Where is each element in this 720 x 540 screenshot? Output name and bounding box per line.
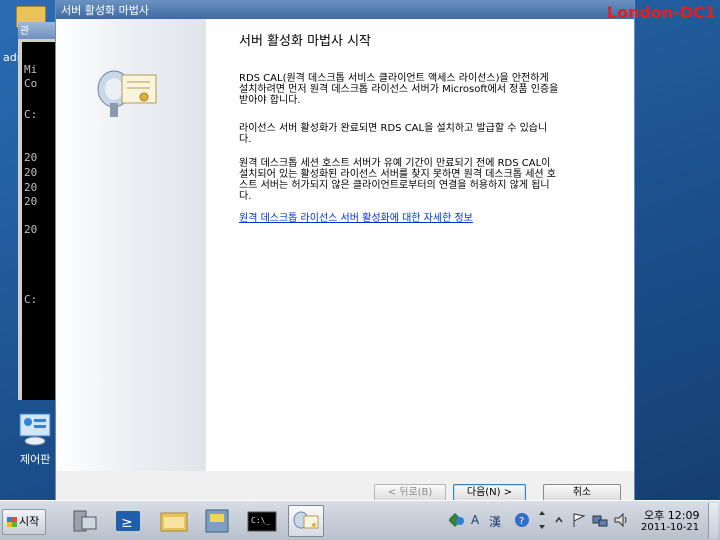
help-icon[interactable]: ? bbox=[514, 512, 530, 528]
console-line: 20 bbox=[24, 195, 38, 208]
powershell-icon: ≥ bbox=[116, 511, 140, 531]
volume-icon[interactable] bbox=[613, 512, 629, 528]
console-line: 20 bbox=[24, 223, 38, 236]
intro-paragraph: RDS CAL(원격 데스크톱 서비스 클라이언트 액세스 라이선스)을 안전하… bbox=[239, 73, 559, 106]
wizard-window-title: 서버 활성화 마법사 bbox=[61, 4, 149, 17]
windows-logo-icon bbox=[7, 517, 17, 527]
show-hidden-icons-chevron-icon[interactable] bbox=[554, 514, 564, 526]
taskbar-activation-wizard[interactable] bbox=[288, 505, 324, 537]
taskbar-server-manager[interactable] bbox=[68, 505, 104, 537]
wizard-side-panel bbox=[56, 19, 206, 471]
console-line: C: bbox=[24, 293, 38, 306]
language-bar-options-icon[interactable] bbox=[537, 509, 547, 533]
taskbar-explorer[interactable] bbox=[156, 505, 192, 537]
svg-text:C:\_: C:\_ bbox=[251, 516, 270, 525]
taskbar-powershell[interactable]: ≥ bbox=[110, 505, 146, 537]
activation-wizard-window[interactable]: 서버 활성화 마법사 서버 활성화 마법사 시작 RDS CAL(원격 데스크톱… bbox=[55, 0, 635, 504]
console-line: 20 bbox=[24, 166, 38, 179]
page-title: 서버 활성화 마법사 시작 bbox=[239, 34, 371, 49]
wizard-button-bar: < 뒤로(B) 다음(N) > 취소 bbox=[56, 471, 634, 503]
taskbar: 시작 ≥ C:\_ A 漢 ? 오후 12:09 2011-10-21 bbox=[0, 500, 720, 540]
more-info-link[interactable]: 원격 데스크톱 라이선스 서버 활성화에 대한 자세한 정보 bbox=[239, 209, 473, 224]
taskbar-command-prompt[interactable]: C:\_ bbox=[244, 505, 280, 537]
network-icon[interactable] bbox=[592, 512, 608, 528]
console-line: Co bbox=[24, 77, 38, 90]
admin-tools-icon bbox=[205, 509, 229, 533]
console-line: C: bbox=[24, 108, 38, 121]
wizard-titlebar[interactable]: 서버 활성화 마법사 bbox=[56, 0, 634, 19]
clock-date[interactable]: 2011-10-21 bbox=[641, 522, 699, 533]
language-bar-icon[interactable] bbox=[449, 512, 465, 528]
license-wizard-icon bbox=[293, 511, 319, 529]
show-desktop-button[interactable] bbox=[708, 503, 718, 539]
license-certificate-icon bbox=[97, 70, 157, 117]
explorer-folder-icon bbox=[160, 512, 188, 532]
console-title: 관 bbox=[20, 26, 30, 37]
console-output: Mi Co C: 20 20 20 20 20 C: bbox=[22, 42, 58, 400]
start-label: 시작 bbox=[19, 515, 40, 528]
console-window[interactable]: 관 Mi Co C: 20 20 20 20 20 C: bbox=[18, 22, 58, 400]
control-panel-icon[interactable] bbox=[16, 412, 54, 446]
svg-text:≥: ≥ bbox=[121, 515, 133, 531]
console-line: Mi bbox=[24, 63, 38, 76]
action-center-flag-icon[interactable] bbox=[571, 512, 587, 528]
taskbar-tools[interactable] bbox=[200, 505, 236, 537]
server-manager-icon bbox=[73, 510, 97, 532]
command-prompt-icon: C:\_ bbox=[247, 511, 277, 532]
start-button[interactable]: 시작 bbox=[2, 509, 46, 535]
clock-time[interactable]: 오후 12:09 bbox=[644, 507, 699, 523]
console-line: 20 bbox=[24, 181, 38, 194]
hanja-convert-icon[interactable]: 漢 bbox=[489, 513, 501, 530]
ime-mode-icon[interactable]: A bbox=[471, 513, 479, 527]
control-panel-label[interactable]: 제어판 bbox=[20, 451, 50, 467]
cal-paragraph: 라이선스 서버 활성화가 완료되면 RDS CAL을 설치하고 발급할 수 있습… bbox=[239, 123, 548, 145]
svg-text:?: ? bbox=[519, 516, 524, 527]
grace-period-paragraph: 원격 데스크톱 세션 호스트 서버가 유예 기간이 만료되기 전에 RDS CA… bbox=[239, 158, 556, 202]
host-watermark: London-DC1 bbox=[606, 3, 716, 22]
wizard-content: 서버 활성화 마법사 시작 RDS CAL(원격 데스크톱 서비스 클라이언트 … bbox=[56, 19, 634, 471]
console-titlebar[interactable]: 관 bbox=[18, 22, 58, 39]
console-line: 20 bbox=[24, 151, 38, 164]
